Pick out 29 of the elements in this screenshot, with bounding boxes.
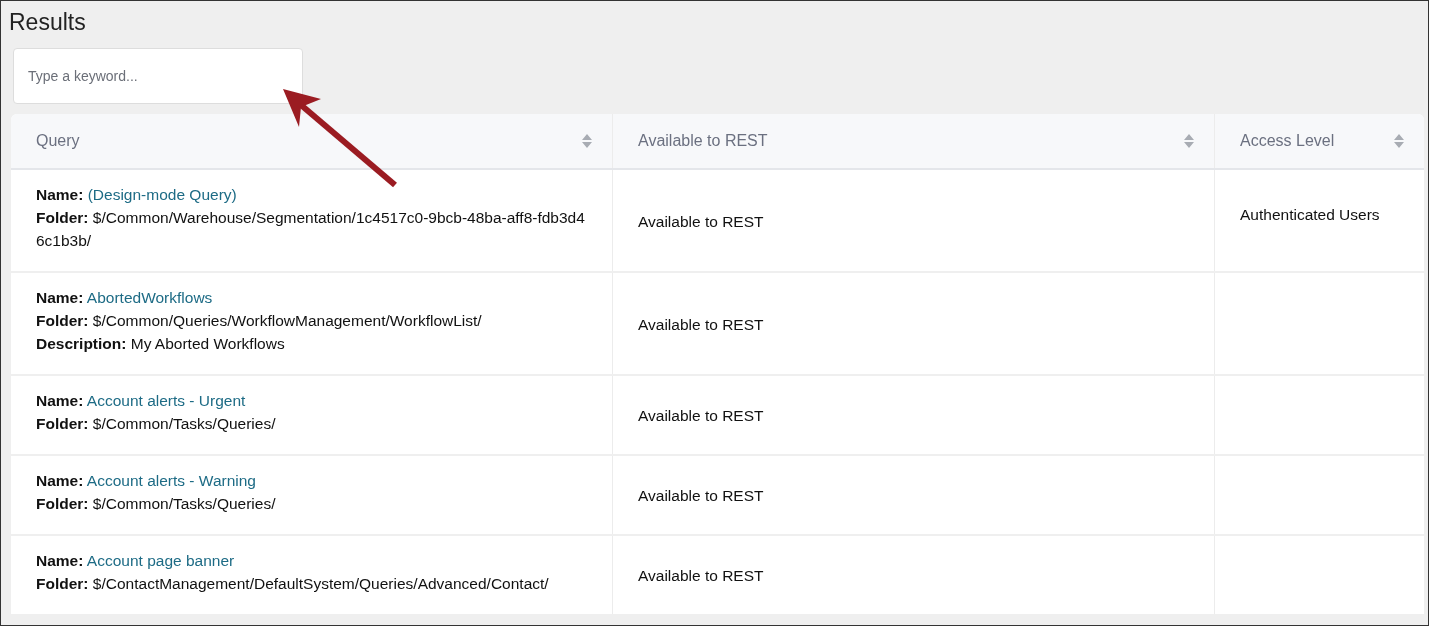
query-detail: Name: Account alerts - Warning bbox=[36, 471, 257, 491]
query-detail: Folder: $/Common/Tasks/Queries/ bbox=[36, 414, 277, 434]
query-link[interactable]: (Design-mode Query) bbox=[87, 186, 237, 203]
table-cell-text: Available to REST bbox=[638, 406, 764, 426]
table-cell-text: Available to REST bbox=[638, 566, 764, 586]
query-detail: Folder: $/Common/Tasks/Queries/ bbox=[36, 494, 277, 514]
query-link[interactable]: Account alerts - Urgent bbox=[86, 392, 246, 409]
page-title: Results bbox=[9, 9, 87, 36]
table-cell-text: Authenticated Users bbox=[1240, 205, 1381, 225]
table-cell-text: Available to REST bbox=[638, 314, 764, 335]
query-detail: Folder: $/Common/Queries/WorkflowManagement/WorkflowList/ bbox=[36, 311, 483, 331]
query-detail: Name: Account alerts - Urgent bbox=[36, 391, 247, 411]
sort-icon bbox=[1184, 134, 1194, 148]
search-field[interactable]: Type a keyword... bbox=[13, 48, 303, 104]
sort-icon bbox=[1394, 134, 1404, 148]
sort-icon bbox=[582, 134, 592, 148]
query-detail: Folder: $/Common/Warehouse/Segmentation/1c4517c0-9bcb-48ba-aff8-fdb3d46c1b3b/ bbox=[36, 208, 586, 251]
table-cell-text: Available to REST bbox=[638, 211, 764, 232]
table-cell-text: Available to REST bbox=[638, 486, 764, 506]
query-detail: Folder: $/ContactManagement/DefaultSystem/Queries/Advanced/Contact/ bbox=[36, 574, 550, 594]
column-header[interactable]: Available to REST bbox=[613, 114, 1215, 168]
query-link[interactable]: Account alerts - Warning bbox=[86, 472, 256, 489]
query-detail: Name: (Design-mode Query) bbox=[36, 185, 238, 205]
query-detail: Description: My Aborted Workflows bbox=[36, 334, 286, 354]
query-detail: Name: Account page banner bbox=[36, 551, 236, 571]
column-header[interactable]: Access Level bbox=[1215, 114, 1424, 168]
query-link[interactable]: AbortedWorkflows bbox=[86, 289, 213, 306]
query-link[interactable]: Account page banner bbox=[86, 552, 235, 569]
query-detail: Name: AbortedWorkflows bbox=[36, 288, 214, 308]
